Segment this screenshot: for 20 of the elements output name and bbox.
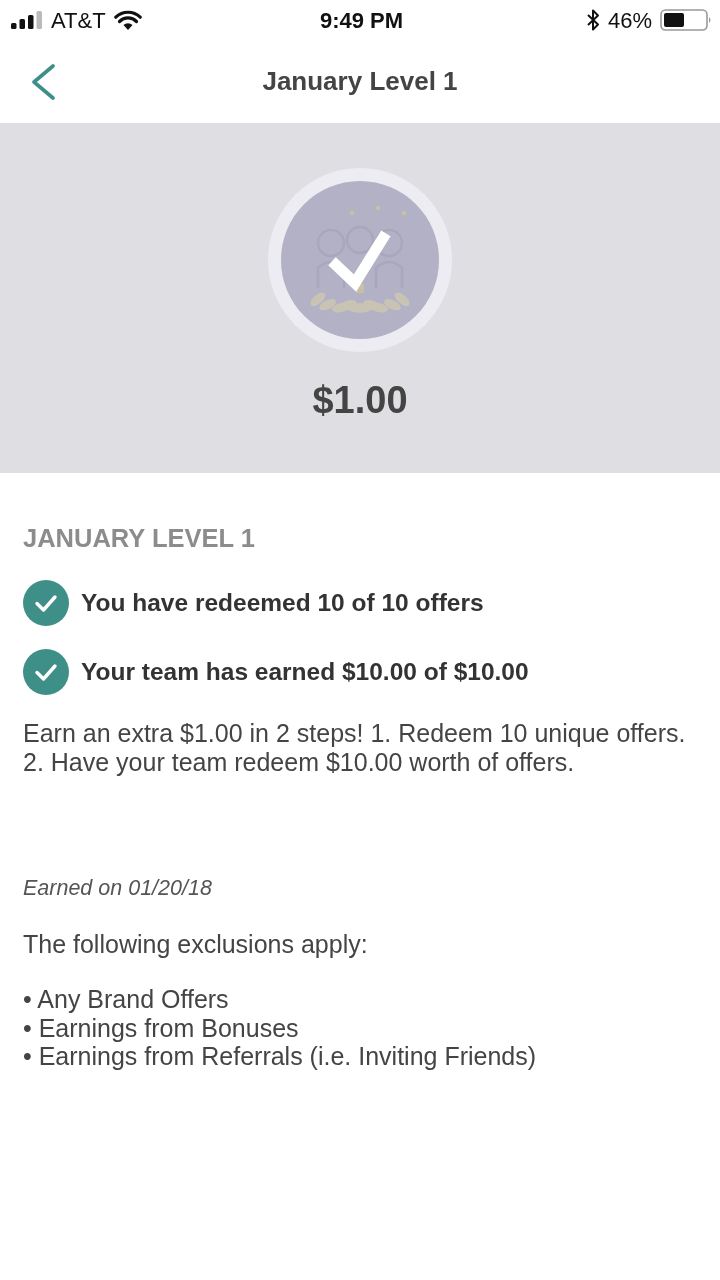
reward-amount: $1.00 <box>312 378 408 423</box>
battery-icon <box>660 9 712 31</box>
exclusion-item: • Earnings from Bonuses <box>23 1013 300 1042</box>
description-text: Earn an extra $1.00 in 2 steps! 1. Redeem 10 unique offers. 2. Have your team redeem $10.00 worth of offers. <box>23 719 687 777</box>
section-heading: JANUARY LEVEL 1 <box>23 524 256 553</box>
exclusion-item: • Any Brand Offers <box>23 985 230 1014</box>
clock-time: 9:49 PM <box>319 6 404 35</box>
medal-badge-icon <box>268 168 452 352</box>
earned-date: Earned on 01/20/18 <box>23 876 213 901</box>
exclusions-heading: The following exclusions apply: <box>23 929 369 959</box>
back-icon[interactable] <box>30 63 56 100</box>
wifi-icon <box>113 10 142 30</box>
signal-icon <box>11 11 43 29</box>
page-title: January Level 1 <box>262 65 458 98</box>
requirement-text: Your team has earned $10.00 of $10.00 <box>81 656 529 687</box>
carrier-name: AT&T <box>51 6 106 35</box>
bluetooth-icon <box>585 9 600 31</box>
battery-percent: 46% <box>607 6 652 35</box>
requirement-text: You have redeemed 10 of 10 offers <box>81 587 484 618</box>
exclusion-item: • Earnings from Referrals (i.e. Inviting Friends) <box>23 1042 538 1071</box>
